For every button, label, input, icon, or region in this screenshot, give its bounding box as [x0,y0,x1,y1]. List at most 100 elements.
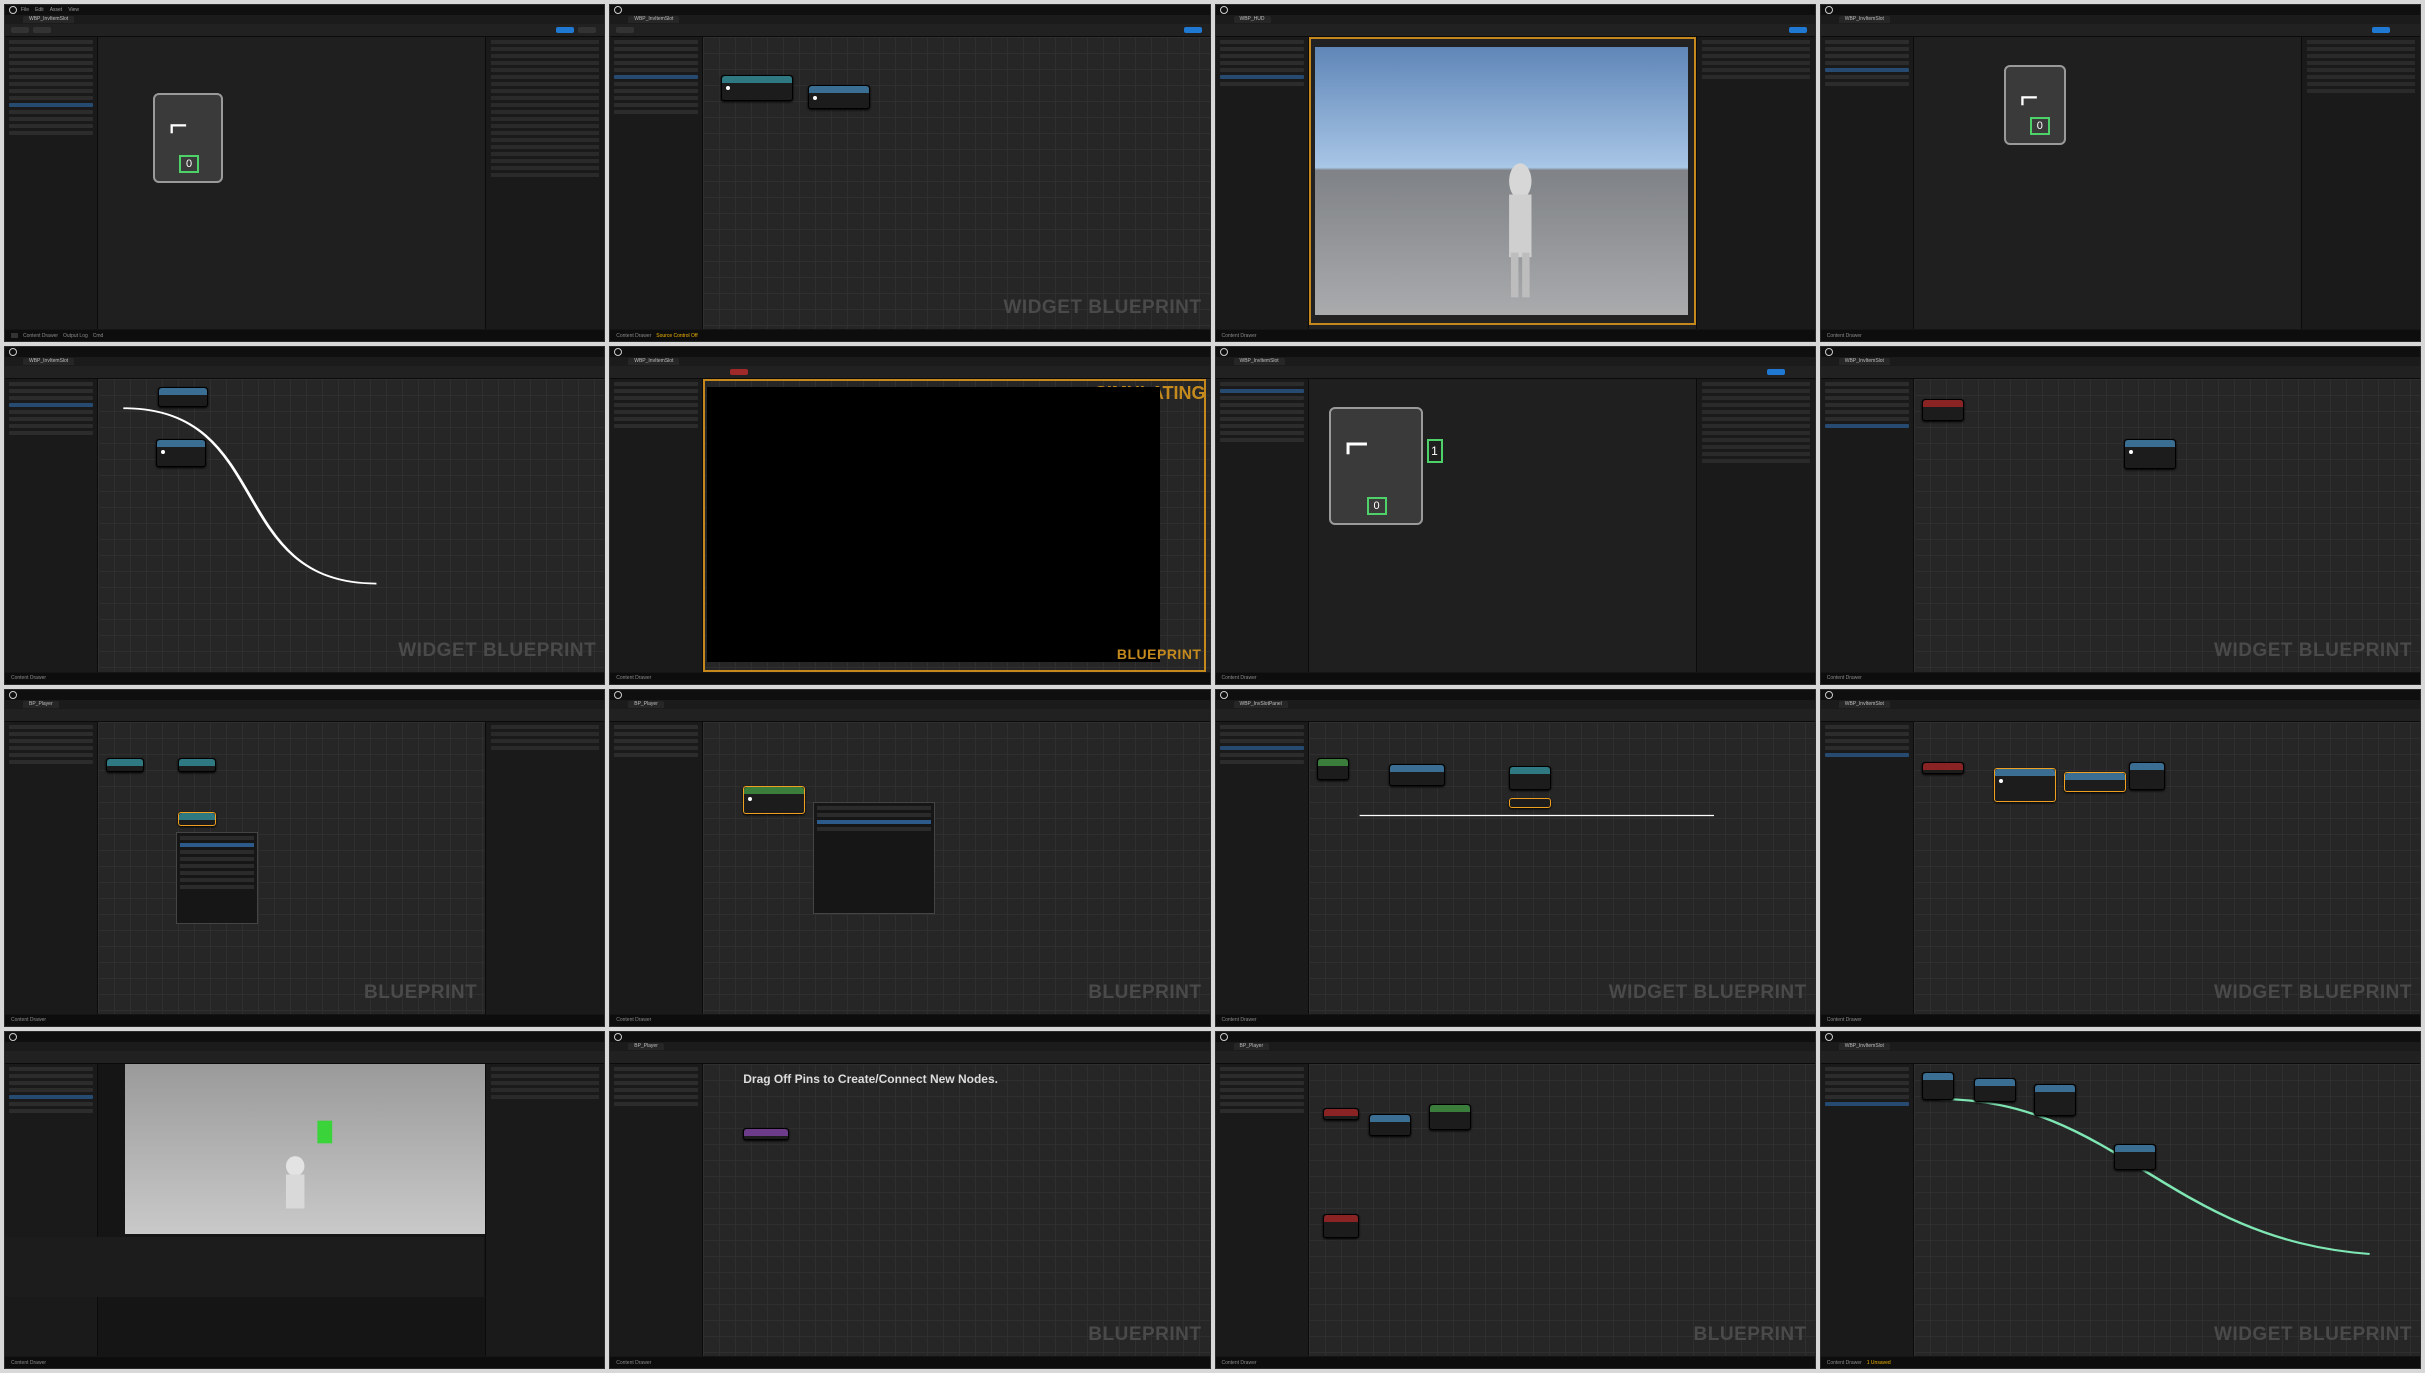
menu-edit[interactable]: Edit [35,7,44,13]
weapon-slot-preview[interactable]: ⌐ 0 [1328,407,1423,526]
tab-inv-item-slot[interactable]: WBP_InvItemSlot [1838,1042,1890,1050]
designer-mode-button[interactable] [556,27,575,33]
content-drawer-label[interactable]: Content Drawer [1827,1360,1862,1366]
function-node[interactable] [808,85,871,109]
event-graph[interactable]: Drag Off Pins to Create/Connect New Node… [703,1063,1210,1356]
variable-node-selected[interactable] [1508,797,1551,808]
event-graph[interactable]: WIDGET BLUEPRINT [1913,379,2420,672]
tab-inv-item-slot[interactable]: WBP_InvItemSlot [628,16,680,23]
save-button[interactable] [11,27,29,33]
designer-mode-button[interactable] [1766,369,1785,376]
cmd-label[interactable]: Cmd [93,333,104,339]
tab-inv-item-slot[interactable]: WBP_InvItemSlot [1233,358,1285,366]
action-search-menu[interactable] [813,801,936,914]
event-graph[interactable]: WIDGET BLUEPRINT [1913,1063,2420,1356]
unsaved-label[interactable]: 1 Unsaved [1867,1360,1891,1366]
tab-player[interactable]: BP_Player [23,700,59,708]
content-drawer-label[interactable]: Content Drawer [1827,333,1862,339]
event-graph[interactable]: WIDGET BLUEPRINT [1308,721,1815,1014]
function-node[interactable] [2128,761,2165,790]
function-node[interactable] [2033,1083,2076,1116]
content-drawer-label[interactable]: Content Drawer [11,1360,46,1366]
function-node[interactable] [156,439,206,468]
tab-player[interactable]: BP_Player [628,1042,664,1050]
function-node[interactable] [2123,439,2176,470]
event-node[interactable] [1322,1107,1359,1120]
event-graph[interactable]: WIDGET BLUEPRINT [703,37,1210,330]
weapon-slot-preview[interactable]: ⌐ 0 [2003,65,2066,145]
content-drawer-label[interactable]: Content Drawer [1222,675,1257,681]
tab-inv-item-slot[interactable]: WBP_InvItemSlot [23,358,75,366]
content-drawer-label[interactable]: Content Drawer [616,1360,651,1366]
tab-player[interactable]: BP_Player [1233,1042,1270,1050]
weapon-slot-preview[interactable]: ⌐ 0 [153,93,223,183]
designer-mode-button[interactable] [2372,27,2390,33]
content-drawer-label[interactable]: Content Drawer [1222,333,1257,339]
event-graph[interactable]: BLUEPRINT [1308,1063,1815,1356]
event-graph[interactable]: BLUEPRINT [98,721,486,1014]
content-drawer-label[interactable]: Content Drawer [11,1017,46,1023]
event-node[interactable] [1921,399,1964,422]
designer-mode-button[interactable] [1788,27,1807,33]
action-context-menu[interactable] [176,831,258,924]
graph-mode-button[interactable] [578,27,597,33]
menu-asset[interactable]: Asset [50,7,63,13]
menu-file[interactable]: File [21,7,29,13]
designer-canvas[interactable]: ⌐ 0 1 [1308,379,1696,672]
designer-canvas[interactable]: ⌐ 0 [98,37,486,330]
function-node[interactable] [1428,1103,1471,1130]
variable-node[interactable] [158,387,208,408]
function-node[interactable] [1921,1071,1954,1100]
content-drawer-label[interactable]: Content Drawer [1222,1360,1257,1366]
graph-mode-button[interactable] [1183,27,1202,33]
content-drawer-label[interactable]: Content Drawer [1222,1017,1257,1023]
output-log-label[interactable]: Output Log [63,333,88,339]
content-drawer-label[interactable]: Content Drawer [616,333,651,339]
source-control-label[interactable]: Source Control Off [656,333,697,339]
function-node[interactable] [2113,1143,2156,1170]
variable-node-selected[interactable] [178,811,216,826]
tab-player[interactable]: BP_Player [628,700,664,708]
game-viewport[interactable] [1314,47,1688,316]
event-node[interactable] [1316,757,1349,780]
content-drawer-label[interactable]: Content Drawer [11,675,46,681]
tab-hud[interactable]: WBP_HUD [1233,16,1271,23]
function-node[interactable] [1508,765,1551,790]
content-drawer-label[interactable]: Content Drawer [616,675,651,681]
content-drawer-label[interactable]: Content Drawer [1827,1017,1862,1023]
tab-inv-item-slot[interactable]: WBP_InvItemSlot [1838,700,1890,708]
variable-node[interactable] [178,757,216,772]
function-node[interactable] [1973,1077,2016,1102]
stop-button[interactable] [730,369,749,376]
variable-node[interactable] [106,757,144,772]
menu-view[interactable]: View [68,7,79,13]
content-drawer-label[interactable]: Content Drawer [1827,675,1862,681]
event-node[interactable] [1322,1213,1359,1238]
compile-button[interactable] [616,27,635,33]
tab-inv-item-slot[interactable]: WBP_InvItemSlot [23,16,75,23]
function-node-selected[interactable] [2063,771,2126,792]
content-browser[interactable] [5,1236,485,1297]
event-graph[interactable]: WIDGET BLUEPRINT [1913,721,2420,1014]
function-node-selected[interactable] [743,785,806,814]
event-node[interactable] [721,75,794,101]
tab-inv-item-slot[interactable]: WBP_InvItemSlot [628,358,680,366]
tab-inv-slot-panel[interactable]: WBP_InvSlotPanel [1233,700,1288,708]
function-node[interactable] [1388,763,1445,786]
content-drawer-icon[interactable] [11,333,18,339]
event-graph[interactable]: SIMULATING BLUEPRINT [703,379,1210,672]
browse-button[interactable] [33,27,51,33]
pie-window[interactable] [707,387,1160,662]
content-drawer-label[interactable]: Content Drawer [23,333,58,339]
content-drawer-label[interactable]: Content Drawer [616,1017,651,1023]
event-node[interactable] [743,1127,790,1140]
designer-canvas[interactable]: ⌐ 0 [1913,37,2301,330]
level-viewport[interactable] [125,1063,495,1234]
event-node[interactable] [1921,761,1964,774]
function-node-selected[interactable] [1993,767,2056,802]
tab-inv-item-slot[interactable]: WBP_InvItemSlot [1838,358,1890,366]
event-graph[interactable]: WIDGET BLUEPRINT [98,379,605,672]
function-node[interactable] [1368,1113,1411,1136]
event-graph[interactable]: BLUEPRINT [703,721,1210,1014]
tab-inv-item-slot[interactable]: WBP_InvItemSlot [1838,16,1890,23]
